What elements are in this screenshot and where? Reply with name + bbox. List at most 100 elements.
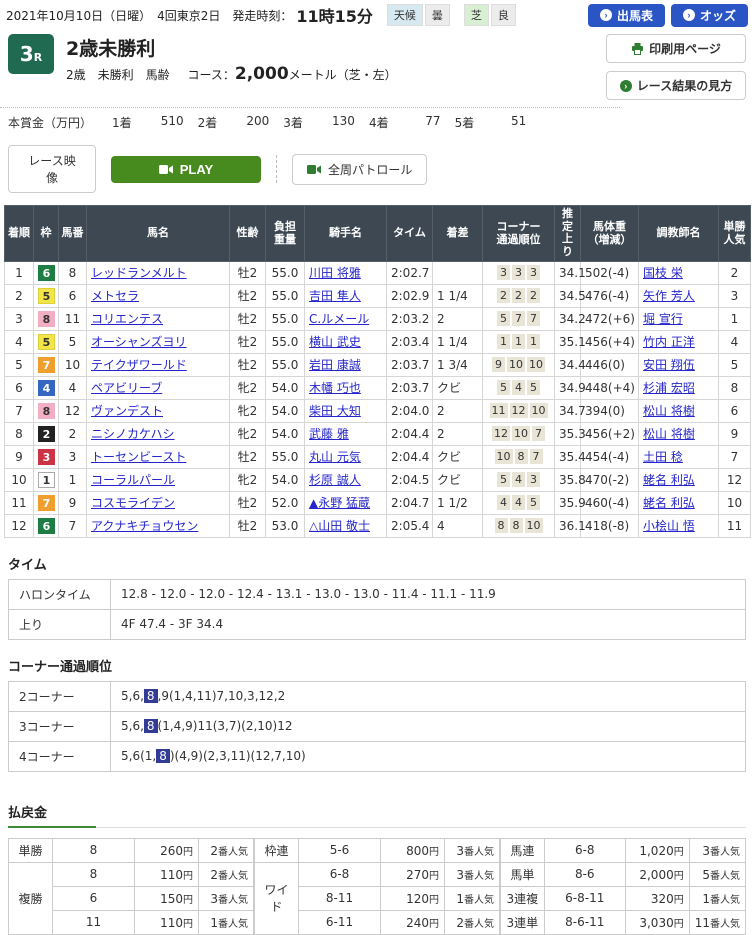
finish-time: 2:03.7: [386, 352, 433, 377]
prize-rank: 1着: [112, 116, 132, 130]
jockey-link[interactable]: 柴田 大知: [309, 404, 361, 418]
payout-amount: 2,000円: [624, 861, 690, 887]
horse-number: 5: [58, 329, 87, 354]
result-row: 7 8 12 ヴァンデスト 牝2 54.0 柴田 大知 2:04.0 2 11 12 10 34.7 39…: [4, 398, 751, 423]
frame-number-badge: 5: [38, 287, 55, 304]
payout-amount: 260円: [134, 837, 199, 863]
jockey-link[interactable]: 木幡 巧也: [309, 381, 361, 395]
payout-type-label: 単勝: [8, 837, 53, 863]
trainer-link[interactable]: 国枝 栄: [643, 266, 683, 280]
corner-positions: 111: [482, 329, 555, 354]
horse-name-link[interactable]: コスモライデン: [91, 496, 175, 510]
trainer-link[interactable]: 矢作 芳人: [643, 289, 695, 303]
horse-name-link[interactable]: ヴァンデスト: [91, 404, 163, 418]
jockey-link[interactable]: C.ルメール: [309, 312, 369, 326]
horse-name-cell: オーシャンズヨリ: [86, 329, 230, 354]
trainer-link[interactable]: 竹内 正洋: [643, 335, 695, 349]
horse-name-cell: コーラルパール: [86, 467, 230, 492]
corner-pos-badge: 7: [529, 449, 543, 465]
corner-pos-badge: 4: [512, 472, 525, 488]
body-weight: 448(+4): [580, 375, 639, 400]
prize-label: 本賞金（万円）: [8, 116, 93, 130]
video-camera-icon: [307, 164, 321, 174]
payout-favorite: 1番人気: [444, 885, 500, 911]
horse-name-link[interactable]: コリエンテス: [91, 312, 163, 326]
trainer-link[interactable]: 杉浦 宏昭: [643, 381, 695, 395]
jockey-link[interactable]: △山田 敬士: [309, 519, 370, 533]
payout-favorite: 3番人気: [444, 837, 500, 863]
frame-number-badge: 6: [38, 264, 55, 281]
trainer-link[interactable]: 蛯名 利弘: [643, 473, 695, 487]
trainer-link[interactable]: 松山 将樹: [643, 404, 695, 418]
trainer-link[interactable]: 安田 翔伍: [643, 358, 695, 372]
last-3f: 35.3: [554, 421, 586, 446]
jockey-cell: 木幡 巧也: [304, 375, 387, 400]
horse-name-link[interactable]: オーシャンズヨリ: [91, 335, 187, 349]
frame-number-badge: 2: [38, 425, 55, 442]
results-guide-button[interactable]: › レース結果の見方: [606, 71, 746, 100]
course-distance: 2,000: [234, 64, 289, 84]
horse-name-link[interactable]: レッドランメルト: [91, 266, 187, 280]
sex-age: 牡2: [229, 513, 266, 538]
trainer-cell: 松山 将樹: [638, 398, 719, 423]
corner-pos-badge: 8: [509, 518, 523, 534]
race-video-label: レース映像: [28, 154, 76, 185]
payout-combination: 8-11: [298, 885, 381, 911]
corner-positions: 445: [482, 490, 555, 515]
trainer-link[interactable]: 蛯名 利弘: [643, 496, 695, 510]
frame-cell: 6: [33, 260, 59, 285]
patrol-video-button[interactable]: 全周パトロール: [292, 153, 428, 185]
trainer-link[interactable]: 堀 宣行: [643, 312, 683, 326]
carried-weight: 55.0: [265, 306, 305, 331]
jockey-link[interactable]: 岩田 康誠: [309, 358, 361, 372]
jockey-link[interactable]: 杉原 誠人: [309, 473, 361, 487]
horse-name-link[interactable]: ペアビリーブ: [91, 381, 162, 395]
frame-cell: 7: [33, 352, 59, 377]
trainer-link[interactable]: 小桧山 悟: [643, 519, 695, 533]
patrol-label: 全周パトロール: [328, 162, 413, 177]
horse-name-link[interactable]: トーセンビースト: [91, 450, 186, 464]
entries-button[interactable]: › 出馬表: [587, 3, 665, 27]
horse-name-cell: アクナキチョウセン: [86, 513, 230, 538]
win-favorite: 11: [718, 513, 751, 538]
horse-name-link[interactable]: テイクザワールド: [91, 358, 187, 372]
frame-number-badge: 1: [38, 471, 55, 488]
horse-name-link[interactable]: ニシノカケハシ: [91, 427, 175, 441]
jockey-link[interactable]: 横山 武史: [309, 335, 361, 349]
time-section-heading: タイム: [8, 557, 47, 573]
jockey-link[interactable]: 吉田 隼人: [309, 289, 361, 303]
play-button[interactable]: PLAY: [111, 155, 261, 183]
header-time: タイム: [386, 205, 433, 262]
win-favorite: 2: [718, 260, 751, 285]
sex-age: 牝2: [229, 467, 266, 492]
jockey-link[interactable]: ▲永野 猛蔵: [309, 496, 370, 510]
frame-number-badge: 8: [38, 402, 55, 419]
payout-amount: 120円: [380, 885, 445, 911]
jockey-link[interactable]: 川田 将雅: [309, 266, 361, 280]
last-3f: 35.4: [554, 444, 586, 469]
horse-number: 9: [58, 490, 87, 515]
horse-name-link[interactable]: アクナキチョウセン: [91, 519, 198, 533]
corner-row-label: 3コーナー: [8, 710, 111, 742]
odds-button[interactable]: › オッズ: [670, 3, 748, 27]
finish-time: 2:04.7: [386, 490, 433, 515]
horse-name-link[interactable]: メトセラ: [91, 289, 139, 303]
payout-tables: 単勝 8 260円 2番人気 複勝 8 110円 2番人気 6 150円 3番人気 11 110円 1番人…: [8, 837, 747, 935]
race-video-button[interactable]: レース映像: [8, 145, 96, 193]
jockey-link[interactable]: 丸山 元気: [309, 450, 361, 464]
payout-amount: 110円: [134, 861, 199, 887]
body-weight: 472(+6): [580, 306, 639, 331]
corner-row-value: 5,6, 8 (1,4,9)11(3,7)(2,10)12: [110, 710, 746, 742]
jockey-link[interactable]: 武藤 雅: [309, 427, 349, 441]
print-page-button[interactable]: 印刷用ページ: [606, 34, 746, 63]
payout-combination: 5-6: [298, 837, 381, 863]
corner-pos-badge: 10: [524, 518, 543, 534]
corner-pos-badge: 9: [492, 357, 505, 373]
horse-name-link[interactable]: コーラルパール: [91, 473, 175, 487]
trainer-link[interactable]: 松山 将樹: [643, 427, 695, 441]
prize-amount: 510: [160, 114, 184, 128]
race-number-suffix: R: [33, 51, 43, 64]
winner-highlight: 8: [156, 749, 170, 764]
horse-number: 3: [58, 444, 87, 469]
trainer-link[interactable]: 土田 稔: [643, 450, 683, 464]
